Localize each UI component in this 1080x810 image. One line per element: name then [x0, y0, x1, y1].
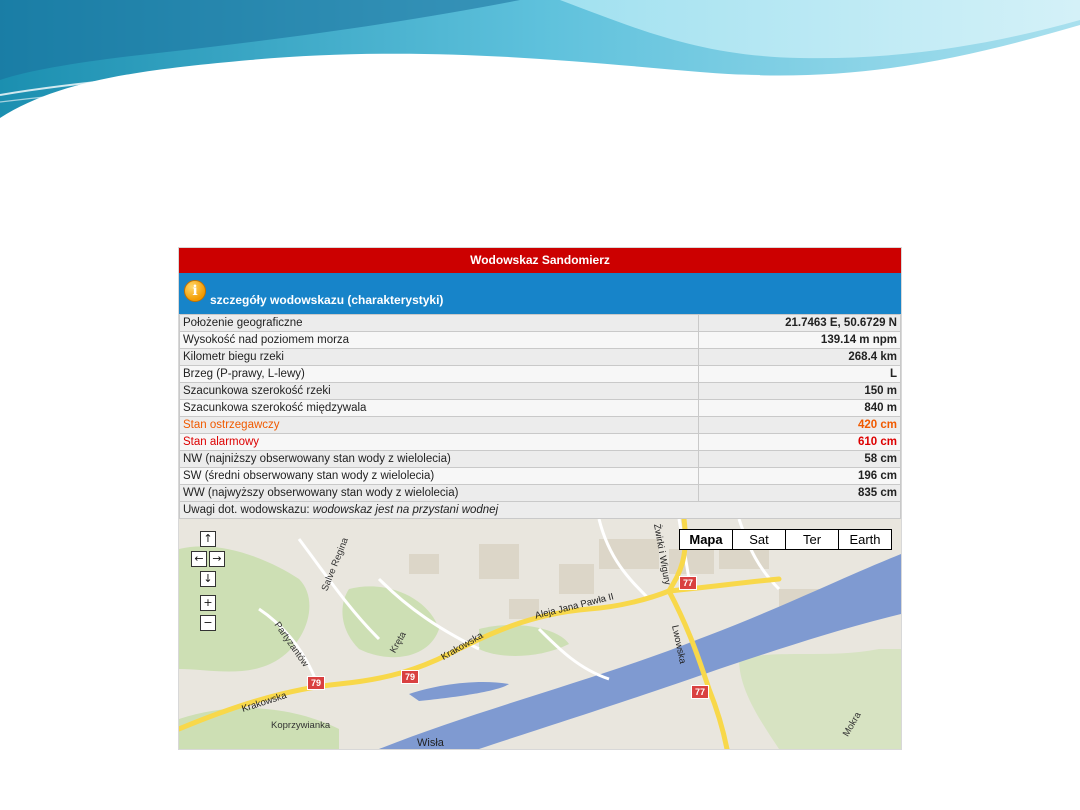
detail-row: Stan alarmowy 610 cm: [179, 433, 901, 451]
detail-value: 139.14 m npm: [698, 331, 901, 349]
station-panel: Wodowskaz Sandomierz i szczegóły wodowsk…: [178, 247, 902, 750]
detail-row: Szacunkowa szerokość rzeki 150 m: [179, 382, 901, 400]
road-shield-77: 77: [691, 685, 710, 699]
map-label-koprzywianka: Koprzywianka: [271, 720, 331, 731]
detail-value: 268.4 km: [698, 348, 901, 366]
station-title: Wodowskaz Sandomierz: [179, 248, 901, 273]
detail-row: Kilometr biegu rzeki 268.4 km: [179, 348, 901, 366]
header-banner-decoration: [0, 0, 1080, 118]
remark-label: Uwagi dot. wodowskazu:: [183, 503, 310, 516]
detail-row: Szacunkowa szerokość międzywala 840 m: [179, 399, 901, 417]
detail-value: 835 cm: [698, 484, 901, 502]
detail-label: Kilometr biegu rzeki: [179, 348, 699, 366]
detail-value: 21.7463 E, 50.6729 N: [698, 314, 901, 332]
detail-row: Brzeg (P-prawy, L-lewy) L: [179, 365, 901, 383]
details-table: Położenie geograficzne 21.7463 E, 50.6729…: [179, 314, 901, 519]
zoom-in-button[interactable]: +: [200, 595, 216, 611]
info-icon: i: [184, 280, 206, 302]
detail-row: NW (najniższy obserwowany stan wody z wi…: [179, 450, 901, 468]
detail-label: Położenie geograficzne: [179, 314, 699, 332]
detail-row: Położenie geograficzne 21.7463 E, 50.6729…: [179, 314, 901, 332]
detail-value: 196 cm: [698, 467, 901, 485]
detail-label: Stan alarmowy: [179, 433, 699, 451]
map-type-ter[interactable]: Ter: [785, 530, 838, 549]
details-header: i szczegóły wodowskazu (charakterystyki): [179, 273, 901, 314]
details-header-label: szczegóły wodowskazu (charakterystyki): [210, 293, 444, 307]
map-type-mapa[interactable]: Mapa: [680, 530, 732, 549]
detail-label: NW (najniższy obserwowany stan wody z wi…: [179, 450, 699, 468]
detail-label: SW (średni obserwowany stan wody z wielo…: [179, 467, 699, 485]
detail-label: Wysokość nad poziomem morza: [179, 331, 699, 349]
zoom-out-button[interactable]: −: [200, 615, 216, 631]
pan-left-button[interactable]: ←: [191, 551, 207, 567]
map-type-sat[interactable]: Sat: [732, 530, 785, 549]
detail-label: Stan ostrzegawczy: [179, 416, 699, 434]
detail-label: Szacunkowa szerokość międzywala: [179, 399, 699, 417]
pan-right-button[interactable]: →: [209, 551, 225, 567]
detail-row: WW (najwyższy obserwowany stan wody z wi…: [179, 484, 901, 502]
pan-up-button[interactable]: ↑: [200, 531, 216, 547]
detail-row: SW (średni obserwowany stan wody z wielo…: [179, 467, 901, 485]
remark-row: Uwagi dot. wodowskazu: wodowskaz jest na…: [179, 501, 901, 519]
detail-value: 420 cm: [698, 416, 901, 434]
detail-label: WW (najwyższy obserwowany stan wody z wi…: [179, 484, 699, 502]
detail-row: Stan ostrzegawczy 420 cm: [179, 416, 901, 434]
detail-value: 840 m: [698, 399, 901, 417]
detail-value: 58 cm: [698, 450, 901, 468]
detail-value: 610 cm: [698, 433, 901, 451]
detail-label: Brzeg (P-prawy, L-lewy): [179, 365, 699, 383]
detail-value: L: [698, 365, 901, 383]
road-shield-79: 79: [307, 676, 326, 690]
map-type-earth[interactable]: Earth: [838, 530, 891, 549]
road-shield-79: 79: [401, 670, 420, 684]
map-view[interactable]: Aleja Jana Pawła II Krakowska Krakowska …: [179, 519, 901, 749]
remark-cell: Uwagi dot. wodowskazu: wodowskaz jest na…: [179, 501, 901, 519]
detail-label: Szacunkowa szerokość rzeki: [179, 382, 699, 400]
map-label-wisla: Wisła: [417, 737, 444, 749]
detail-value: 150 m: [698, 382, 901, 400]
pan-down-button[interactable]: ↓: [200, 571, 216, 587]
detail-row: Wysokość nad poziomem morza 139.14 m npm: [179, 331, 901, 349]
map-type-switcher: Mapa Sat Ter Earth: [679, 529, 892, 550]
remark-text: wodowskaz jest na przystani wodnej: [312, 503, 499, 516]
road-shield-77: 77: [679, 576, 698, 590]
